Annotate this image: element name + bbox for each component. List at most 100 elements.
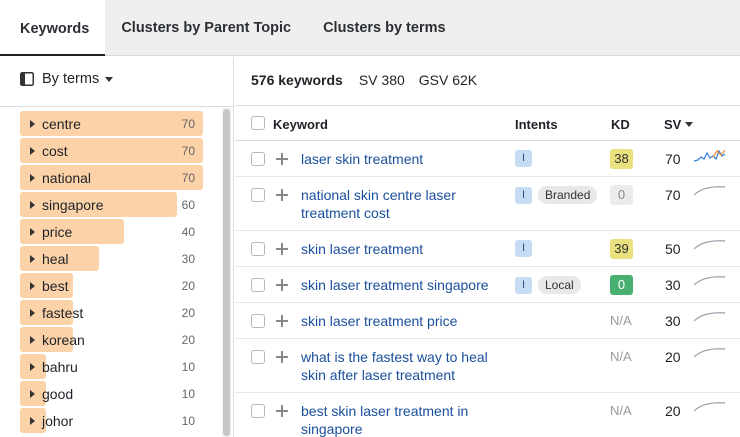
term-item[interactable]: korean 20 — [20, 326, 205, 353]
term-item[interactable]: singapore 60 — [20, 191, 205, 218]
term-item[interactable]: good 10 — [20, 380, 205, 407]
intent-tag-badge[interactable]: Branded — [538, 186, 598, 204]
kd-badge: 38 — [610, 149, 633, 169]
intent-badges: I — [515, 150, 532, 167]
table-row[interactable]: what is the fastest way to heal skin afte… — [235, 340, 740, 393]
keyword-text-line2: skin after laser treatment — [301, 367, 456, 383]
keyword-link[interactable]: laser skin treatment — [301, 150, 501, 168]
kd-badge: 0 — [610, 185, 633, 205]
term-count: 70 — [181, 170, 195, 185]
keyword-link[interactable]: national skin centre laser treatment cost — [301, 186, 501, 222]
column-sv[interactable]: SV — [664, 117, 694, 132]
select-all-checkbox[interactable] — [251, 116, 265, 130]
row-checkbox[interactable] — [251, 350, 265, 364]
keyword-text-line1: best skin laser treatment in — [301, 403, 469, 419]
expand-arrow-icon[interactable] — [30, 254, 35, 263]
column-intents[interactable]: Intents — [515, 117, 558, 132]
table-row[interactable]: skin laser treatment singapore I Local 0 30 — [235, 268, 740, 303]
scrollbar[interactable] — [222, 108, 231, 437]
trend-sparkline-icon[interactable] — [693, 345, 726, 361]
term-label: johor — [42, 412, 74, 429]
intent-informational-badge[interactable]: I — [515, 276, 532, 294]
column-keyword[interactable]: Keyword — [273, 117, 328, 132]
expand-arrow-icon[interactable] — [30, 416, 35, 425]
expand-arrow-icon[interactable] — [30, 173, 35, 182]
term-item[interactable]: heal 30 — [20, 245, 205, 272]
expand-arrow-icon[interactable] — [30, 335, 35, 344]
expand-arrow-icon[interactable] — [30, 281, 35, 290]
intent-tag-badge[interactable]: Local — [538, 276, 581, 294]
table-row[interactable]: skin laser treatment I 39 50 — [235, 232, 740, 267]
term-item[interactable]: national 70 — [20, 164, 205, 191]
keyword-count: 576 keywords — [251, 72, 343, 88]
add-keyword-icon[interactable] — [276, 153, 288, 165]
intent-informational-badge[interactable]: I — [515, 240, 532, 257]
expand-arrow-icon[interactable] — [30, 362, 35, 371]
keyword-summary: 576 keywords SV 380 GSV 62K — [251, 72, 477, 88]
tab-keywords[interactable]: Keywords — [0, 0, 106, 56]
row-checkbox[interactable] — [251, 404, 265, 418]
intent-informational-badge[interactable]: I — [515, 150, 532, 167]
expand-arrow-icon[interactable] — [30, 200, 35, 209]
term-item[interactable]: centre 70 — [20, 110, 205, 137]
trend-sparkline-icon[interactable] — [693, 237, 726, 253]
tab-clusters-parent-topic[interactable]: Clusters by Parent Topic — [105, 0, 307, 55]
trend-sparkline-icon[interactable] — [693, 273, 726, 289]
term-count: 40 — [181, 224, 195, 239]
add-keyword-icon[interactable] — [276, 351, 288, 363]
trend-sparkline-icon[interactable] — [693, 183, 726, 199]
intent-badges: I — [515, 240, 532, 257]
row-checkbox[interactable] — [251, 278, 265, 292]
table-row[interactable]: best skin laser treatment in singapore N/A… — [235, 394, 740, 437]
intent-badges: I Local — [515, 276, 581, 294]
tab-clusters-terms[interactable]: Clusters by terms — [307, 0, 462, 55]
row-checkbox[interactable] — [251, 242, 265, 256]
scrollbar-thumb[interactable] — [223, 109, 230, 436]
table-row[interactable]: national skin centre laser treatment cost… — [235, 178, 740, 231]
row-checkbox[interactable] — [251, 314, 265, 328]
term-count: 10 — [181, 386, 195, 401]
term-item[interactable]: johor 10 — [20, 407, 205, 434]
expand-arrow-icon[interactable] — [30, 119, 35, 128]
term-item[interactable]: best 20 — [20, 272, 205, 299]
trend-sparkline-icon[interactable] — [693, 309, 726, 325]
kd-badge: N/A — [610, 313, 632, 328]
intent-badges: I Branded — [515, 186, 598, 204]
add-keyword-icon[interactable] — [276, 243, 288, 255]
expand-arrow-icon[interactable] — [30, 227, 35, 236]
table-row[interactable]: skin laser treatment price N/A 30 — [235, 304, 740, 339]
add-keyword-icon[interactable] — [276, 405, 288, 417]
term-item[interactable]: cost 70 — [20, 137, 205, 164]
column-kd[interactable]: KD — [611, 117, 630, 132]
term-count: 20 — [181, 332, 195, 347]
keyword-text-line1: skin laser treatment singapore — [301, 277, 489, 293]
table-row[interactable]: laser skin treatment I 38 70 — [235, 142, 740, 177]
term-item[interactable]: bahru 10 — [20, 353, 205, 380]
term-item[interactable]: fastest 20 — [20, 299, 205, 326]
keyword-link[interactable]: skin laser treatment — [301, 240, 501, 258]
intent-informational-badge[interactable]: I — [515, 186, 532, 204]
add-keyword-icon[interactable] — [276, 315, 288, 327]
global-search-volume: GSV 62K — [418, 72, 478, 88]
keyword-link[interactable]: what is the fastest way to heal skin afte… — [301, 348, 501, 384]
search-volume-value: 20 — [665, 403, 681, 419]
term-item[interactable]: price 40 — [20, 218, 205, 245]
expand-arrow-icon[interactable] — [30, 389, 35, 398]
row-checkbox[interactable] — [251, 188, 265, 202]
add-keyword-icon[interactable] — [276, 279, 288, 291]
term-label: korean — [42, 331, 85, 348]
keyword-link[interactable]: skin laser treatment singapore — [301, 276, 501, 294]
row-checkbox[interactable] — [251, 152, 265, 166]
search-volume-value: 30 — [665, 277, 681, 293]
keyword-link[interactable]: skin laser treatment price — [301, 312, 501, 330]
trend-sparkline-icon[interactable] — [693, 399, 726, 415]
expand-arrow-icon[interactable] — [30, 146, 35, 155]
divider — [0, 106, 233, 107]
table-header: Keyword Intents KD SV — [235, 106, 740, 141]
term-count: 70 — [181, 143, 195, 158]
group-by-dropdown[interactable]: By terms — [20, 71, 114, 87]
trend-sparkline-icon[interactable] — [693, 147, 726, 163]
expand-arrow-icon[interactable] — [30, 308, 35, 317]
keyword-link[interactable]: best skin laser treatment in singapore — [301, 402, 501, 437]
add-keyword-icon[interactable] — [276, 189, 288, 201]
